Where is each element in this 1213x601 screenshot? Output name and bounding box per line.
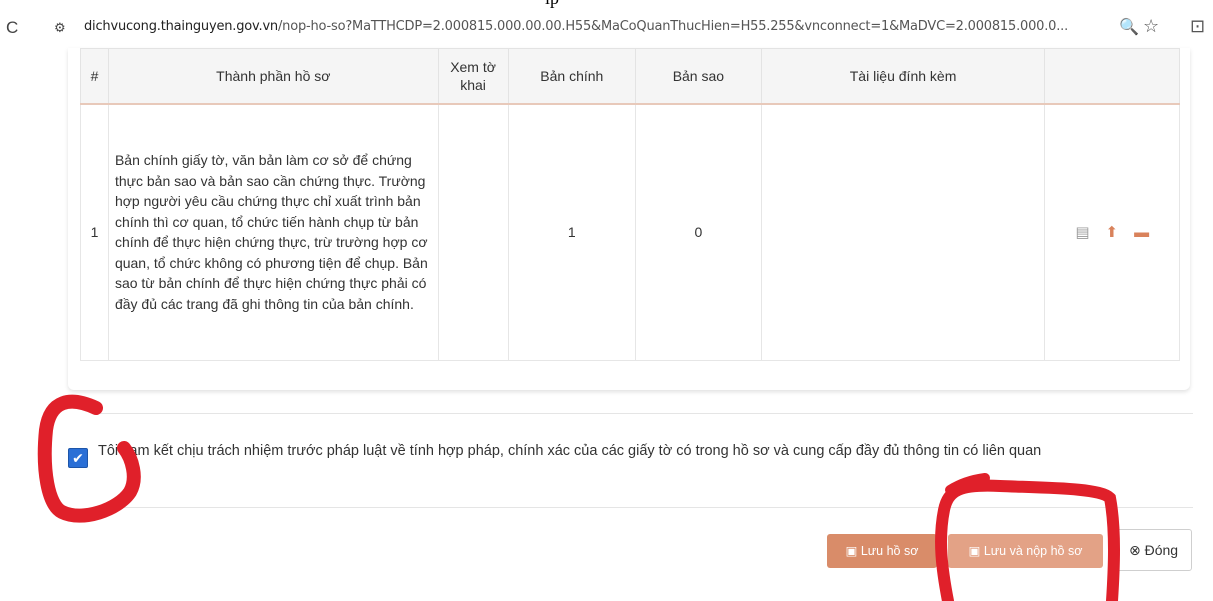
button-annotation-stroke (935, 479, 1120, 601)
red-annotation-marks (37, 394, 1120, 601)
checkbox-annotation-stroke (37, 394, 141, 523)
